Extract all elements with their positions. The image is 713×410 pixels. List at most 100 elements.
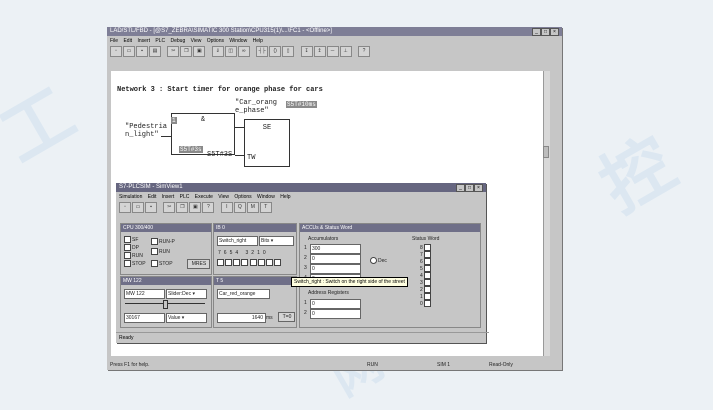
sim-cut-icon[interactable]: ✂ [163, 202, 176, 214]
download-icon[interactable]: ⇓ [211, 46, 224, 58]
close-button[interactable]: × [550, 28, 559, 36]
menu-window[interactable]: Window [229, 38, 247, 44]
sim-help-icon[interactable]: ? [202, 202, 215, 214]
menu-plc[interactable]: PLC [155, 38, 165, 44]
timer-address-input[interactable]: Car_red_orange [217, 289, 270, 299]
ib-format-select[interactable]: Bits ▾ [259, 236, 294, 246]
bit-5-checkbox[interactable] [233, 259, 240, 266]
sim-new-icon[interactable]: ▫ [119, 202, 131, 214]
ib-address-input[interactable]: Switch_right [217, 236, 258, 246]
sim-menu-simulation[interactable]: Simulation [119, 194, 142, 200]
menu-debug[interactable]: Debug [171, 38, 186, 44]
menu-edit[interactable]: Edit [123, 38, 132, 44]
bit-1-checkbox[interactable] [266, 259, 274, 266]
plcsim-maximize-button[interactable]: □ [465, 184, 474, 192]
sw-bit-1-checkbox[interactable] [424, 293, 432, 300]
switch-stop[interactable]: STOP [151, 260, 173, 267]
plcsim-minimize-button[interactable]: _ [456, 184, 465, 192]
branch-close-icon[interactable]: ↥ [313, 46, 326, 58]
ar-1-field[interactable]: 0 [310, 299, 361, 309]
save-icon[interactable]: ▪ [136, 46, 148, 58]
sim-menu-help[interactable]: Help [280, 194, 290, 200]
sim-menu-view[interactable]: View [218, 194, 229, 200]
maximize-button[interactable]: □ [541, 28, 550, 36]
timer-value-input[interactable]: 1640 [217, 313, 266, 323]
mw-slider-thumb[interactable] [163, 300, 168, 309]
mres-button[interactable]: MRES [187, 259, 210, 269]
sim-save-icon[interactable]: ▪ [145, 202, 157, 214]
vertical-scrollbar[interactable] [543, 71, 550, 356]
sim-open-icon[interactable]: ▭ [132, 202, 144, 214]
wire-icon[interactable]: ─ [326, 46, 339, 58]
contact-icon[interactable]: ┤├ [256, 46, 269, 58]
timer-address[interactable]: S5T#10ms [286, 101, 317, 108]
insert-input-icon[interactable]: I [220, 202, 233, 214]
sw-bit-7-checkbox[interactable] [424, 251, 432, 258]
timer-reset-button[interactable]: T=0 [278, 312, 295, 322]
switch-run[interactable]: RUN [151, 248, 170, 255]
plcsim-close-button[interactable]: × [474, 184, 483, 192]
ped-input-addr[interactable]: 1 [171, 117, 177, 124]
sw-bit-0-checkbox[interactable] [424, 300, 432, 307]
sw-bit-6-checkbox[interactable] [424, 258, 432, 265]
bit-6-checkbox[interactable] [225, 259, 232, 266]
sim-menu-plc[interactable]: PLC [180, 194, 190, 200]
help-icon[interactable]: ? [357, 46, 370, 58]
dec-radio[interactable]: Dec [370, 257, 387, 264]
accu-3-field[interactable]: 0 [310, 264, 361, 274]
se-timer-box[interactable]: SE TW [244, 119, 290, 167]
stop-checkbox[interactable] [151, 260, 158, 267]
sw-bit-3-checkbox[interactable] [424, 279, 432, 286]
bit-7-checkbox[interactable] [217, 259, 224, 266]
menu-options[interactable]: Options [207, 38, 224, 44]
cut-icon[interactable]: ✂ [167, 46, 180, 58]
sim-paste-icon[interactable]: ▣ [189, 202, 202, 214]
bit-0-checkbox[interactable] [274, 259, 282, 266]
accu-2-field[interactable]: 0 [310, 254, 361, 264]
sw-bit-8-checkbox[interactable] [424, 244, 432, 251]
open-icon[interactable]: ▭ [123, 46, 135, 58]
insert-bit-memory-icon[interactable]: M [246, 202, 259, 214]
insert-output-icon[interactable]: Q [233, 202, 246, 214]
negate-icon[interactable]: ⊥ [339, 46, 352, 58]
run-p-checkbox[interactable] [151, 238, 158, 245]
switch-run-p[interactable]: RUN-P [151, 238, 175, 245]
sim-menu-window[interactable]: Window [257, 194, 275, 200]
print-icon[interactable]: ▤ [149, 46, 161, 58]
sim-menu-insert[interactable]: Insert [162, 194, 175, 200]
mw-format-select[interactable]: Slider:Dec ▾ [166, 289, 207, 299]
glasses-icon[interactable]: ∞ [237, 46, 250, 58]
menu-view[interactable]: View [191, 38, 202, 44]
coil-icon[interactable]: () [269, 46, 282, 58]
bit-3-checkbox[interactable] [250, 259, 258, 266]
scroll-thumb[interactable] [543, 146, 549, 158]
sim-menu-execute[interactable]: Execute [195, 194, 213, 200]
sim-copy-icon[interactable]: ❐ [176, 202, 189, 214]
copy-icon[interactable]: ❐ [180, 46, 193, 58]
sw-bit-4-checkbox[interactable] [424, 272, 432, 279]
paste-icon[interactable]: ▣ [193, 46, 206, 58]
mw-value-input[interactable]: 30167 [124, 313, 165, 323]
sim-menu-edit[interactable]: Edit [148, 194, 157, 200]
monitor-icon[interactable]: ◫ [224, 46, 237, 58]
insert-timer-icon[interactable]: T [259, 202, 272, 214]
minimize-button[interactable]: _ [532, 28, 541, 36]
sw-bit-2-checkbox[interactable] [424, 286, 432, 293]
sim-menu-options[interactable]: Options [234, 194, 251, 200]
accu-1-field[interactable]: 300 [310, 244, 361, 254]
mw-address-input[interactable]: MW 122 [124, 289, 165, 299]
run-checkbox[interactable] [151, 248, 158, 255]
menu-file[interactable]: File [110, 38, 118, 44]
time-value[interactable]: S5T#3s [179, 146, 203, 153]
dec-radio-icon[interactable] [370, 257, 377, 264]
bit-4-checkbox[interactable] [241, 259, 248, 266]
sw-bit-5-checkbox[interactable] [424, 265, 432, 272]
branch-open-icon[interactable]: ↧ [300, 46, 313, 58]
menu-help[interactable]: Help [253, 38, 263, 44]
ar-2-field[interactable]: 0 [310, 309, 361, 319]
new-icon[interactable]: ▫ [110, 46, 122, 58]
box-icon[interactable]: ▯ [282, 46, 295, 58]
menu-insert[interactable]: Insert [137, 38, 150, 44]
mw-value-type-select[interactable]: Value ▾ [166, 313, 207, 323]
bit-2-checkbox[interactable] [258, 259, 266, 266]
